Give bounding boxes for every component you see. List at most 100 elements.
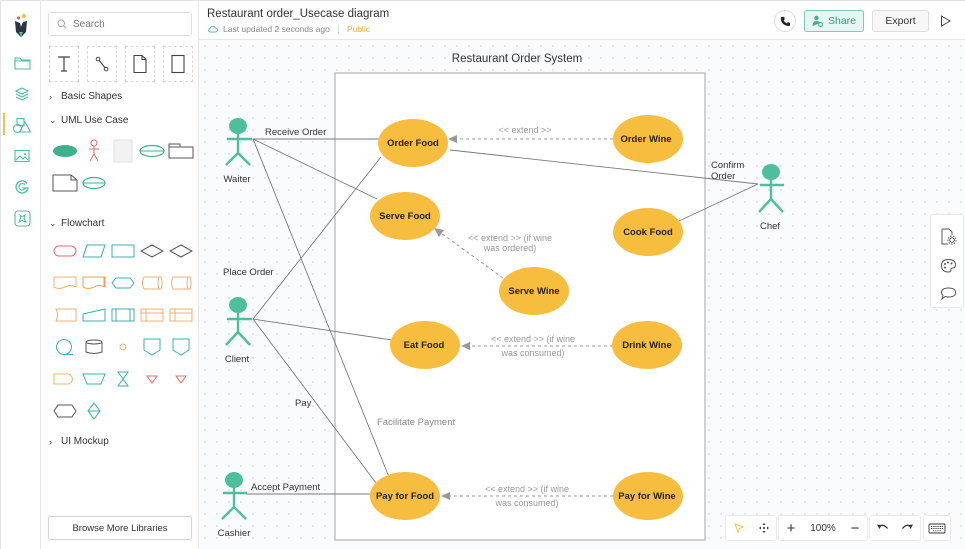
shape-off-page-2[interactable] [165, 331, 197, 363]
call-button[interactable] [774, 10, 796, 32]
shape-use-case-filled[interactable] [49, 135, 81, 167]
shape-document[interactable] [49, 267, 81, 299]
label-accept-payment: Accept Payment [251, 482, 321, 493]
shape-merge[interactable] [136, 363, 168, 395]
shape-manual-input[interactable] [78, 299, 110, 331]
shape-actor[interactable] [78, 135, 110, 167]
chevron-right-icon: › [49, 91, 52, 102]
actor-client[interactable] [225, 297, 252, 346]
use-case-label: Order Food [387, 138, 439, 149]
shape-package[interactable] [165, 135, 197, 167]
connector-tool[interactable] [87, 46, 117, 82]
zoom-in-button[interactable]: + [779, 515, 803, 541]
folder-icon[interactable] [12, 53, 32, 73]
visibility-badge[interactable]: Public [347, 24, 370, 34]
shape-process[interactable] [107, 235, 139, 267]
use-case-eat-food[interactable]: Eat Food [390, 321, 460, 369]
undo-button[interactable] [870, 515, 895, 541]
section-ui-mockup[interactable]: › UI Mockup [49, 436, 109, 447]
extend-label: was consumed) [494, 498, 558, 508]
shape-note[interactable] [49, 167, 81, 199]
redo-button[interactable] [895, 515, 920, 541]
diagram-canvas[interactable]: Restaurant Order System Receive Order Co… [199, 40, 965, 549]
chevron-down-icon: ⌄ [49, 218, 57, 228]
shape-use-case-outline[interactable] [136, 135, 168, 167]
pan-tool-button[interactable] [751, 515, 776, 541]
shape-data[interactable] [78, 235, 110, 267]
library-search[interactable] [48, 12, 192, 36]
use-case-cook-food[interactable]: Cook Food [613, 208, 683, 256]
document-title[interactable]: Restaurant order_Usecase diagram [207, 8, 389, 20]
google-icon[interactable] [12, 177, 32, 197]
shape-decision[interactable] [136, 235, 168, 267]
shape-internal-storage[interactable] [136, 299, 168, 331]
section-flowchart[interactable]: ⌄ Flowchart [49, 218, 104, 229]
shape-collate[interactable] [107, 363, 139, 395]
shape-terminator[interactable] [49, 235, 81, 267]
keyboard-icon [928, 523, 946, 533]
use-case-pay-for-wine[interactable]: Pay for Wine [613, 472, 683, 520]
extend-label: << extend >> (if wine [468, 233, 552, 243]
actor-label: Cashier [218, 528, 251, 539]
page-settings-button[interactable] [939, 227, 957, 245]
use-case-pay-for-food[interactable]: Pay for Food [370, 472, 440, 520]
shape-system-boundary[interactable] [107, 135, 139, 167]
browse-more-libraries-button[interactable]: Browse More Libraries [48, 516, 192, 540]
actor-chef[interactable] [758, 164, 784, 213]
section-basic-shapes[interactable]: › Basic Shapes [49, 91, 122, 102]
shape-decision-2[interactable] [165, 235, 197, 267]
shape-manual-operation[interactable] [78, 363, 110, 395]
comments-button[interactable] [939, 284, 957, 302]
use-case-serve-wine[interactable]: Serve Wine [499, 267, 569, 315]
keyboard-shortcuts-button[interactable] [924, 515, 950, 541]
shape-hexagon[interactable] [49, 395, 81, 427]
shape-connector[interactable] [107, 331, 139, 363]
layers-icon[interactable] [12, 84, 32, 104]
export-button[interactable]: Export [872, 10, 929, 32]
image-icon[interactable] [12, 146, 32, 166]
shape-sort[interactable] [78, 395, 110, 427]
text-icon [58, 56, 70, 72]
shape-multi-document[interactable] [78, 267, 110, 299]
shapes-icon[interactable] [12, 115, 32, 135]
shape-direct-data[interactable] [165, 267, 197, 299]
shape-stored-data[interactable] [136, 267, 168, 299]
shape-extract[interactable] [165, 363, 197, 395]
shape-delay[interactable] [49, 363, 81, 395]
note-tool[interactable] [125, 46, 155, 82]
present-button[interactable] [937, 12, 953, 30]
shape-internal-storage-2[interactable] [165, 299, 197, 331]
shape-database[interactable] [78, 331, 110, 363]
text-tool[interactable] [49, 46, 79, 82]
use-case-diagram: Restaurant Order System Receive Order Co… [218, 53, 784, 541]
plugin-icon[interactable] [12, 208, 32, 228]
frame-tool[interactable] [163, 46, 193, 82]
shape-sequential-data[interactable] [49, 331, 81, 363]
play-icon [940, 15, 951, 27]
zoom-out-button[interactable]: − [843, 515, 867, 541]
use-case-label: Pay for Food [376, 491, 434, 502]
shape-off-page[interactable] [136, 331, 168, 363]
theme-button[interactable] [939, 256, 957, 274]
actor-waiter[interactable] [225, 118, 252, 166]
shape-card[interactable] [49, 299, 81, 331]
zoom-level[interactable]: 100% [803, 515, 843, 541]
section-uml-use-case[interactable]: ⌄ UML Use Case [49, 115, 128, 126]
use-case-serve-food[interactable]: Serve Food [370, 192, 440, 240]
actor-label: Chef [760, 221, 780, 232]
select-tool-button[interactable] [726, 515, 751, 541]
shape-predefined-process[interactable] [107, 299, 139, 331]
document-icon [133, 54, 147, 74]
section-label: Flowchart [61, 218, 105, 229]
use-case-order-wine[interactable]: Order Wine [613, 115, 683, 163]
shape-preparation[interactable] [107, 267, 139, 299]
shape-use-case-split[interactable] [78, 167, 110, 199]
share-button[interactable]: Share [804, 10, 864, 32]
use-case-label: Serve Wine [508, 286, 559, 297]
use-case-order-food[interactable]: Order Food [378, 119, 448, 167]
document-meta: Last updated 2 seconds ago Public [207, 24, 370, 34]
use-case-drink-wine[interactable]: Drink Wine [612, 321, 682, 369]
frame-icon [171, 54, 185, 74]
actor-cashier[interactable] [221, 472, 247, 520]
search-input[interactable] [73, 18, 183, 30]
